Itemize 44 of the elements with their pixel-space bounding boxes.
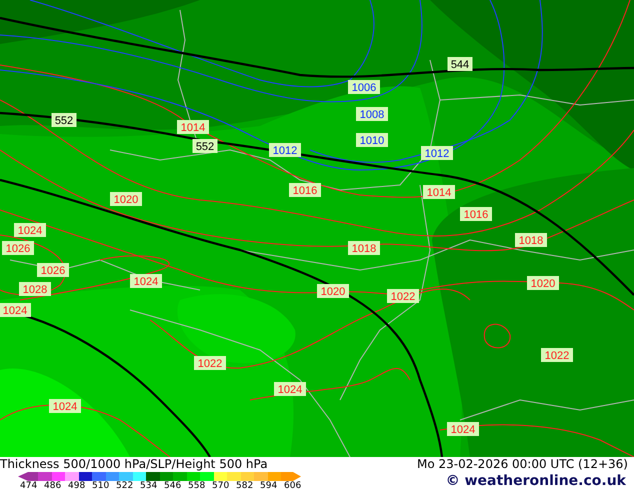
contour-label: 1014 bbox=[423, 185, 455, 199]
contour-label: 1024 bbox=[14, 223, 46, 237]
contour-label: 1012 bbox=[269, 143, 301, 157]
contour-label: 1006 bbox=[348, 80, 380, 94]
contour-label: 1014 bbox=[177, 120, 209, 134]
contour-label: 1016 bbox=[289, 183, 321, 197]
contour-label: 1024 bbox=[447, 422, 479, 436]
scale-tick-label: 522 bbox=[116, 481, 134, 490]
contour-label: 1028 bbox=[19, 282, 51, 296]
contour-label: 1022 bbox=[194, 356, 226, 370]
scale-tick-label: 594 bbox=[260, 481, 278, 490]
contour-label: 1018 bbox=[348, 241, 380, 255]
contour-label: 1024 bbox=[274, 382, 306, 396]
contour-label: 1020 bbox=[110, 192, 142, 206]
contour-label: 1024 bbox=[130, 274, 162, 288]
contour-label: 1020 bbox=[527, 276, 559, 290]
scale-tick-label: 486 bbox=[44, 481, 62, 490]
scale-tick-label: 570 bbox=[212, 481, 230, 490]
contour-label: 1010 bbox=[356, 133, 388, 147]
contour-label: 1022 bbox=[387, 289, 419, 303]
contour-label: 544 bbox=[448, 57, 472, 71]
scale-tick-label: 474 bbox=[20, 481, 38, 490]
valid-time: Mo 23-02-2026 00:00 UTC (12+36) bbox=[416, 457, 628, 472]
map-title: Thickness 500/1000 hPa/SLP/Height 500 hPa bbox=[0, 457, 268, 472]
contour-label: 552 bbox=[52, 113, 76, 127]
scale-tick-label: 606 bbox=[284, 481, 302, 490]
scale-tick-label: 498 bbox=[68, 481, 86, 490]
contour-label: 1022 bbox=[541, 348, 573, 362]
scale-tick-label: 534 bbox=[140, 481, 158, 490]
scale-tick-label: 546 bbox=[164, 481, 182, 490]
scale-tick-label: 582 bbox=[236, 481, 254, 490]
contour-label: 1012 bbox=[421, 146, 453, 160]
contour-label: 1026 bbox=[37, 263, 69, 277]
contour-label: 1018 bbox=[515, 233, 547, 247]
contour-label: 1016 bbox=[460, 207, 492, 221]
contour-label: 1024 bbox=[0, 303, 31, 317]
scale-tick-label: 558 bbox=[188, 481, 206, 490]
credit-link[interactable]: © weatheronline.co.uk bbox=[446, 473, 626, 489]
contour-label: 1008 bbox=[356, 107, 388, 121]
contour-label: 1026 bbox=[2, 241, 34, 255]
scale-tick-label: 510 bbox=[92, 481, 110, 490]
contour-label: 552 bbox=[192, 139, 218, 153]
contour-label: 1024 bbox=[49, 399, 81, 413]
contour-label: 1020 bbox=[317, 284, 349, 298]
